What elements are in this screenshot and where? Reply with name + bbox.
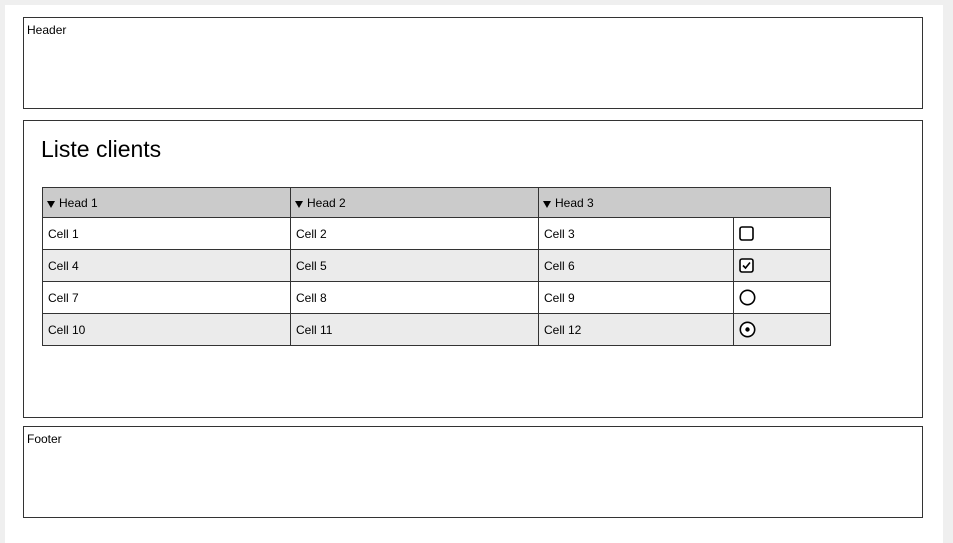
table-row: Cell 1 Cell 2 Cell 3 <box>42 217 831 250</box>
table-cell: Cell 9 <box>538 281 734 314</box>
column-header-label: Head 2 <box>307 195 346 210</box>
column-header-label: Head 3 <box>555 195 594 210</box>
table-cell: Cell 2 <box>290 217 539 250</box>
radio-selected-icon[interactable] <box>739 321 756 338</box>
sort-desc-icon <box>47 200 55 208</box>
checkbox-checked-icon[interactable] <box>739 258 754 273</box>
table-cell: Cell 3 <box>538 217 734 250</box>
table-cell: Cell 1 <box>42 217 291 250</box>
table-cell: Cell 7 <box>42 281 291 314</box>
table-cell: Cell 12 <box>538 313 734 346</box>
row-select-cell <box>733 281 831 314</box>
column-header-1[interactable]: Head 1 <box>42 187 291 218</box>
header-label: Header <box>27 23 67 37</box>
row-select-cell <box>733 249 831 282</box>
sort-desc-icon <box>543 200 551 208</box>
table-row: Cell 7 Cell 8 Cell 9 <box>42 281 831 314</box>
column-header-3[interactable]: Head 3 <box>538 187 831 218</box>
column-header-label: Head 1 <box>59 195 98 210</box>
table-cell: Cell 10 <box>42 313 291 346</box>
table-cell: Cell 11 <box>290 313 539 346</box>
footer-label: Footer <box>27 432 62 446</box>
table-row: Cell 10 Cell 11 Cell 12 <box>42 313 831 346</box>
table-cell: Cell 5 <box>290 249 539 282</box>
row-select-cell <box>733 313 831 346</box>
clients-table: Head 1 Head 2 Head 3 Cell 1 Cell 2 Cell … <box>42 187 831 346</box>
sort-desc-icon <box>295 200 303 208</box>
table-cell: Cell 4 <box>42 249 291 282</box>
page-title: Liste clients <box>41 136 162 162</box>
row-select-cell <box>733 217 831 250</box>
footer-region: Footer <box>23 426 923 518</box>
header-region: Header <box>23 17 923 109</box>
table-header-row: Head 1 Head 2 Head 3 <box>42 187 831 218</box>
table-row: Cell 4 Cell 5 Cell 6 <box>42 249 831 282</box>
table-cell: Cell 8 <box>290 281 539 314</box>
checkbox-unchecked-icon[interactable] <box>739 226 754 241</box>
main-region: Liste clients Head 1 Head 2 Head 3 Cell … <box>23 120 923 418</box>
page: Header Liste clients Head 1 Head 2 Head … <box>5 5 943 543</box>
radio-unselected-icon[interactable] <box>739 289 756 306</box>
table-cell: Cell 6 <box>538 249 734 282</box>
column-header-2[interactable]: Head 2 <box>290 187 539 218</box>
